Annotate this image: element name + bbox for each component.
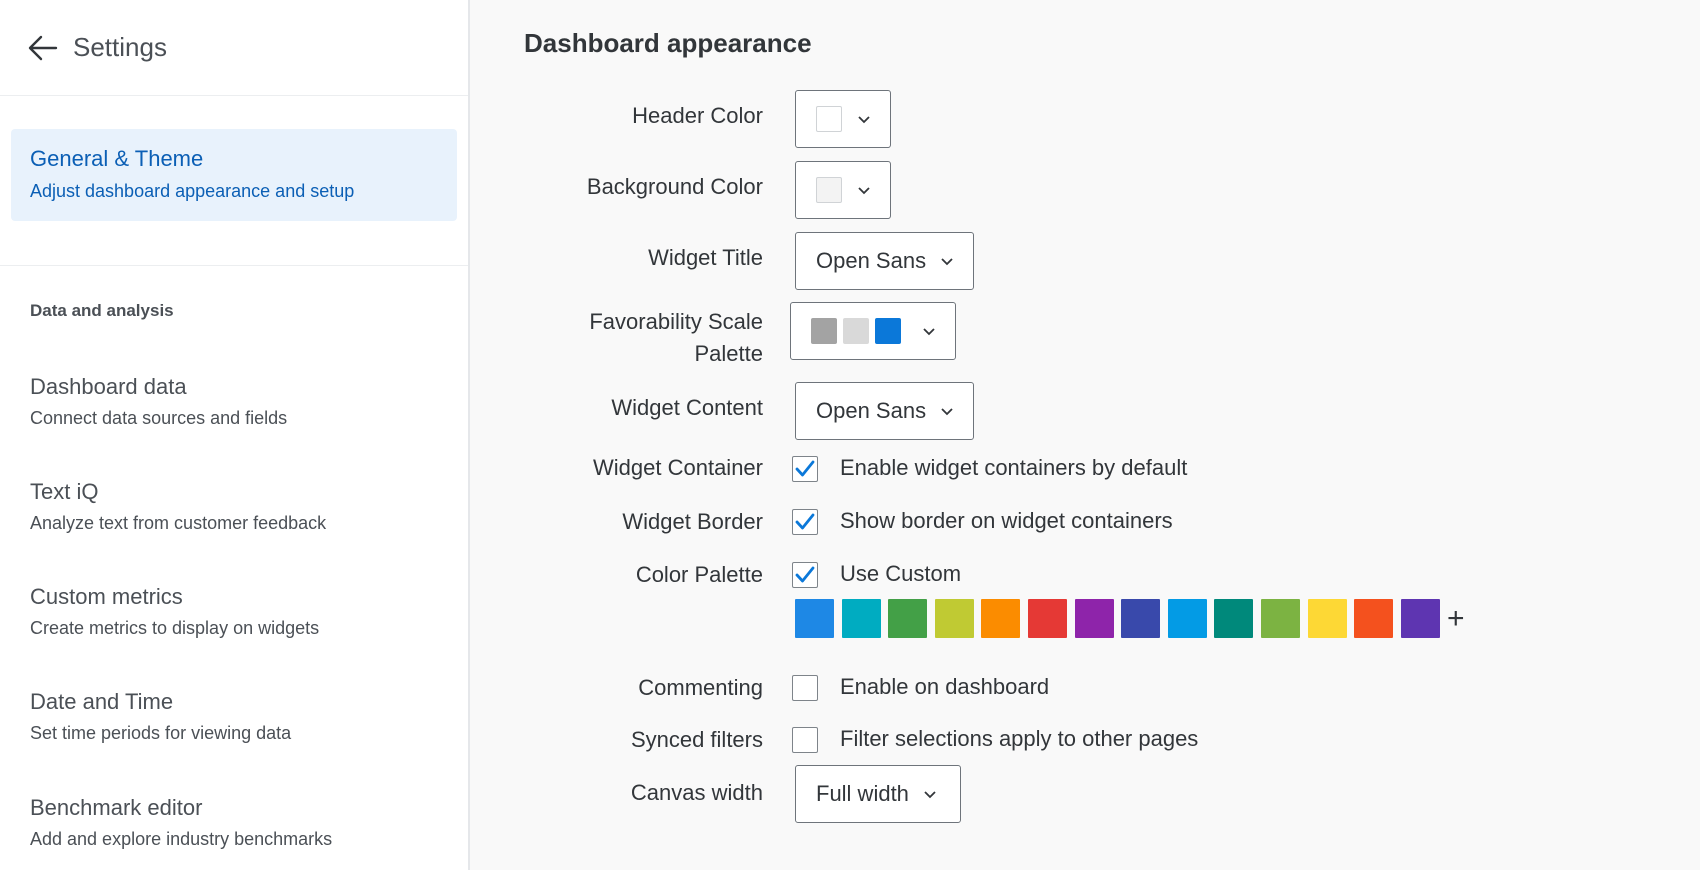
canvas-width-select[interactable]: Full width (795, 765, 961, 823)
sidebar-item-title: Text iQ (30, 479, 99, 504)
palette-color-swatch[interactable] (1261, 599, 1300, 638)
commenting-checkbox[interactable] (792, 675, 818, 701)
canvas-width-label: Canvas width (630, 780, 763, 805)
header-color-label: Header Color (632, 103, 763, 128)
favorability-label-line1: Favorability Scale (589, 309, 763, 334)
back-arrow-icon[interactable] (28, 33, 58, 63)
add-color-button[interactable]: + (1447, 604, 1465, 634)
chevron-down-icon (940, 406, 954, 416)
widget-container-checkbox[interactable] (792, 456, 818, 482)
widget-container-label: Widget Container (593, 455, 763, 480)
header-color-swatch (816, 106, 842, 132)
chevron-down-icon (857, 114, 871, 124)
favorability-swatch (811, 318, 837, 344)
palette-color-swatch[interactable] (1354, 599, 1394, 638)
sidebar-section-label: Data and analysis (30, 301, 174, 320)
synced-filters-checkbox[interactable] (792, 727, 818, 753)
favorability-swatch (875, 318, 901, 344)
commenting-option: Enable on dashboard (840, 674, 1050, 699)
color-palette-label: Color Palette (635, 562, 763, 587)
widget-border-label: Widget Border (622, 509, 763, 534)
sidebar-item-dashboard-data[interactable]: Dashboard data Connect data sources and … (30, 374, 450, 429)
palette-color-swatch[interactable] (841, 599, 881, 638)
sidebar-item-subtitle: Adjust dashboard appearance and setup (30, 181, 355, 201)
sidebar-item-title: General & Theme (30, 146, 204, 171)
sidebar-item-subtitle: Analyze text from customer feedback (30, 513, 327, 533)
selected-font: Open Sans (816, 398, 927, 423)
selected-font: Open Sans (816, 248, 927, 273)
sidebar-item-subtitle: Set time periods for viewing data (30, 723, 292, 743)
sidebar-divider (0, 265, 468, 266)
checkmark-icon (795, 460, 815, 477)
favorability-palette-label: Favorability Scale Palette (589, 306, 763, 370)
palette-color-swatch[interactable] (934, 599, 974, 638)
chevron-down-icon (940, 256, 954, 266)
sidebar-item-benchmark-editor[interactable]: Benchmark editor Add and explore industr… (30, 795, 450, 850)
checkmark-icon (795, 566, 815, 583)
sidebar-item-title: Date and Time (30, 689, 174, 714)
sidebar-title: Settings (73, 32, 167, 62)
palette-color-swatch[interactable] (1121, 599, 1161, 638)
widget-content-label: Widget Content (611, 395, 763, 420)
palette-color-swatch[interactable] (1307, 599, 1347, 638)
palette-color-swatch[interactable] (1167, 599, 1207, 638)
selected-canvas-width: Full width (816, 781, 909, 806)
chevron-down-icon (922, 326, 936, 336)
settings-sidebar: Settings General & Theme Adjust dashboar… (0, 0, 470, 870)
color-palette-checkbox[interactable] (792, 562, 818, 588)
color-palette-option: Use Custom (840, 561, 962, 586)
favorability-swatch (843, 318, 869, 344)
widget-border-option: Show border on widget containers (840, 508, 1173, 533)
palette-color-swatch[interactable] (1214, 599, 1254, 638)
sidebar-item-subtitle: Add and explore industry benchmarks (30, 829, 333, 849)
palette-color-swatch[interactable] (1028, 599, 1067, 638)
sidebar-item-title: Custom metrics (30, 584, 183, 609)
header-color-picker[interactable] (795, 90, 891, 148)
widget-title-label: Widget Title (648, 245, 763, 270)
widget-content-font-select[interactable]: Open Sans (795, 382, 974, 440)
synced-filters-label: Synced filters (630, 727, 763, 752)
commenting-label: Commenting (638, 675, 763, 700)
background-color-swatch (816, 177, 842, 203)
widget-border-checkbox[interactable] (792, 509, 818, 535)
palette-color-swatch[interactable] (795, 599, 834, 638)
background-color-picker[interactable] (795, 161, 891, 219)
sidebar-item-text-iq[interactable]: Text iQ Analyze text from customer feedb… (30, 479, 450, 534)
palette-color-swatch[interactable] (1400, 599, 1440, 638)
sidebar-item-custom-metrics[interactable]: Custom metrics Create metrics to display… (30, 584, 450, 639)
chevron-down-icon (857, 185, 871, 195)
sidebar-item-general-theme[interactable]: General & Theme Adjust dashboard appeara… (11, 129, 457, 221)
palette-color-swatch[interactable] (888, 599, 928, 638)
checkmark-icon (795, 513, 815, 530)
page-title: Dashboard appearance (524, 28, 812, 58)
sidebar-header: Settings (0, 0, 468, 96)
sidebar-item-subtitle: Create metrics to display on widgets (30, 618, 320, 638)
widget-container-option: Enable widget containers by default (840, 455, 1188, 480)
sidebar-item-title: Dashboard data (30, 374, 187, 399)
palette-color-swatch[interactable] (981, 599, 1021, 638)
chevron-down-icon (923, 789, 937, 799)
favorability-label-line2: Palette (694, 341, 764, 366)
synced-filters-option: Filter selections apply to other pages (840, 726, 1199, 751)
sidebar-item-date-time[interactable]: Date and Time Set time periods for viewi… (30, 689, 450, 744)
favorability-palette-select[interactable] (790, 302, 956, 360)
palette-color-swatch[interactable] (1074, 599, 1114, 638)
sidebar-item-subtitle: Connect data sources and fields (30, 408, 288, 428)
sidebar-item-title: Benchmark editor (30, 795, 203, 820)
background-color-label: Background Color (586, 174, 763, 199)
widget-title-font-select[interactable]: Open Sans (795, 232, 974, 290)
